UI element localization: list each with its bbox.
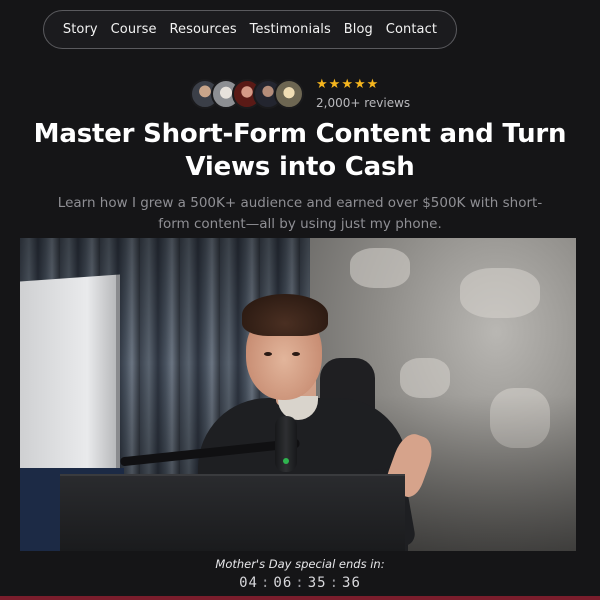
- rating: ★ ★ ★ ★ ★ 2,000+ reviews: [316, 78, 411, 111]
- nav-link-blog[interactable]: Blog: [344, 22, 373, 37]
- review-count: 2,000+ reviews: [316, 96, 411, 110]
- nav-link-story[interactable]: Story: [63, 22, 98, 37]
- star-icon: ★: [366, 77, 379, 92]
- star-icon: ★: [341, 77, 353, 92]
- reviews-summary: ★ ★ ★ ★ ★ 2,000+ reviews: [190, 78, 410, 110]
- countdown-timer: 04:06:35:36: [0, 575, 600, 591]
- star-icon: ★: [316, 77, 328, 92]
- top-nav: Story Course Resources Testimonials Blog…: [43, 10, 457, 49]
- nav-link-resources[interactable]: Resources: [169, 22, 236, 37]
- nav-link-contact[interactable]: Contact: [386, 22, 437, 37]
- countdown-label: Mother's Day special ends in:: [215, 557, 385, 571]
- reviewer-avatars: [190, 79, 304, 109]
- countdown-hours: 06: [273, 575, 293, 591]
- star-rating: ★ ★ ★ ★ ★: [316, 78, 410, 92]
- countdown-seconds: 36: [342, 575, 361, 591]
- countdown-days: 04: [239, 575, 258, 591]
- nav-link-testimonials[interactable]: Testimonials: [250, 22, 331, 37]
- laptop: [60, 474, 405, 551]
- countdown-separator: :: [260, 575, 271, 591]
- countdown-minutes: 35: [307, 575, 327, 591]
- page-title: Master Short-Form Content and Turn Views…: [33, 119, 567, 182]
- countdown-separator: :: [329, 575, 340, 591]
- avatar: [274, 79, 304, 109]
- promo-video[interactable]: [20, 238, 576, 551]
- star-icon: ★: [328, 77, 341, 92]
- page-subtitle: Learn how I grew a 500K+ audience and ea…: [57, 195, 543, 232]
- star-icon: ★: [353, 77, 366, 92]
- bottom-accent-bar: [0, 596, 600, 600]
- nav-link-course[interactable]: Course: [111, 22, 157, 37]
- countdown-separator: :: [295, 575, 305, 591]
